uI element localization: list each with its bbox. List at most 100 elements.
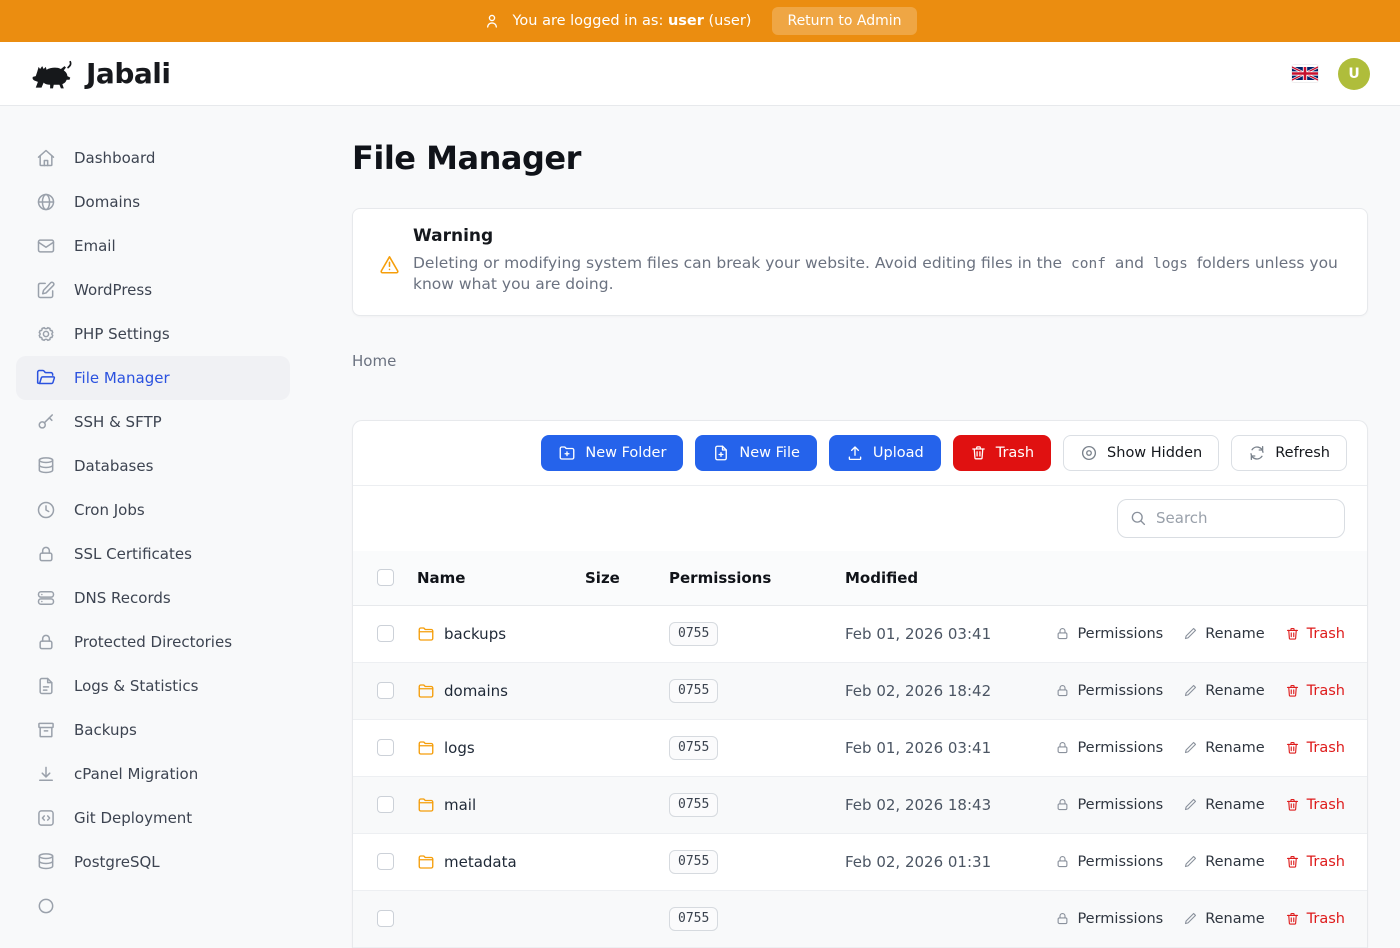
- col-header-name: Name: [417, 569, 585, 587]
- row-checkbox[interactable]: [377, 682, 394, 699]
- row-rename-button[interactable]: Rename: [1183, 683, 1264, 699]
- row-permissions-button[interactable]: Permissions: [1055, 626, 1163, 642]
- key-icon: [36, 412, 56, 432]
- select-all-checkbox[interactable]: [377, 569, 394, 586]
- row-trash-button[interactable]: Trash: [1285, 854, 1345, 870]
- show-hidden-button[interactable]: Show Hidden: [1063, 435, 1219, 471]
- table-row: mail 0755 Feb 02, 2026 18:43 Permissions…: [353, 777, 1367, 834]
- row-permissions-button[interactable]: Permissions: [1055, 740, 1163, 756]
- file-name-link[interactable]: logs: [444, 739, 475, 757]
- row-rename-button[interactable]: Rename: [1183, 854, 1264, 870]
- folder-icon: [417, 682, 435, 700]
- sidebar-item-databases[interactable]: Databases: [16, 444, 290, 488]
- file-name-link[interactable]: mail: [444, 796, 476, 814]
- table-row: domains 0755 Feb 02, 2026 18:42 Permissi…: [353, 663, 1367, 720]
- sidebar-item-email[interactable]: Email: [16, 224, 290, 268]
- sidebar-item-dashboard[interactable]: Dashboard: [16, 136, 290, 180]
- sidebar-item-wordpress[interactable]: WordPress: [16, 268, 290, 312]
- row-rename-button[interactable]: Rename: [1183, 911, 1264, 927]
- sidebar-item-file-manager[interactable]: File Manager: [16, 356, 290, 400]
- sidebar-item-backups[interactable]: Backups: [16, 708, 290, 752]
- language-flag-icon[interactable]: [1292, 65, 1318, 82]
- permissions-badge: 0755: [669, 736, 718, 760]
- new-folder-button[interactable]: New Folder: [541, 435, 683, 471]
- modified-date: Feb 01, 2026 03:41: [845, 739, 1055, 757]
- search-input[interactable]: [1117, 499, 1345, 538]
- modified-date: Feb 02, 2026 01:31: [845, 853, 1055, 871]
- sidebar-item-cpanel-migration[interactable]: cPanel Migration: [16, 752, 290, 796]
- row-trash-button[interactable]: Trash: [1285, 797, 1345, 813]
- row-permissions-button[interactable]: Permissions: [1055, 683, 1163, 699]
- home-icon: [36, 148, 56, 168]
- breadcrumb: Home: [352, 352, 1368, 370]
- logged-in-message: You are logged in as: user (user): [512, 13, 751, 29]
- refresh-icon: [1248, 444, 1266, 462]
- breadcrumb-home-link[interactable]: Home: [352, 352, 396, 370]
- file-name-link[interactable]: backups: [444, 625, 506, 643]
- row-trash-button[interactable]: Trash: [1285, 911, 1345, 927]
- sidebar-item-ssh-sftp[interactable]: SSH & SFTP: [16, 400, 290, 444]
- trash-icon: [1285, 626, 1300, 641]
- sidebar-item-domains[interactable]: Domains: [16, 180, 290, 224]
- sidebar-item-logs-statistics[interactable]: Logs & Statistics: [16, 664, 290, 708]
- row-permissions-button[interactable]: Permissions: [1055, 911, 1163, 927]
- database-icon: [36, 456, 56, 476]
- trash-icon: [1285, 740, 1300, 755]
- sidebar-item-dns-records[interactable]: DNS Records: [16, 576, 290, 620]
- row-checkbox[interactable]: [377, 625, 394, 642]
- row-checkbox[interactable]: [377, 796, 394, 813]
- warning-title: Warning: [413, 226, 1341, 246]
- sidebar-item-git-deployment[interactable]: Git Deployment: [16, 796, 290, 840]
- lock-icon: [1055, 740, 1070, 755]
- lock-icon: [1055, 626, 1070, 641]
- row-rename-button[interactable]: Rename: [1183, 626, 1264, 642]
- show-hidden-icon: [1080, 444, 1098, 462]
- sidebar-item-protected-directories[interactable]: Protected Directories: [16, 620, 290, 664]
- return-to-admin-button[interactable]: Return to Admin: [772, 7, 916, 35]
- brand-logo[interactable]: Jabali: [30, 57, 170, 91]
- sidebar-item-postgresql[interactable]: PostgreSQL: [16, 840, 290, 884]
- row-rename-button[interactable]: Rename: [1183, 740, 1264, 756]
- file-name-link[interactable]: metadata: [444, 853, 517, 871]
- refresh-button[interactable]: Refresh: [1231, 435, 1347, 471]
- sidebar: Dashboard Domains Email WordPress PHP Se…: [0, 106, 306, 928]
- pencil-icon: [1183, 854, 1198, 869]
- permissions-badge: 0755: [669, 793, 718, 817]
- search-row: [353, 486, 1367, 551]
- row-trash-button[interactable]: Trash: [1285, 740, 1345, 756]
- row-permissions-button[interactable]: Permissions: [1055, 854, 1163, 870]
- row-rename-button[interactable]: Rename: [1183, 797, 1264, 813]
- lock-icon: [36, 632, 56, 652]
- upload-icon: [846, 444, 864, 462]
- lock-icon: [1055, 911, 1070, 926]
- boar-logo-icon: [30, 57, 76, 91]
- row-checkbox[interactable]: [377, 853, 394, 870]
- table-header: Name Size Permissions Modified: [353, 551, 1367, 606]
- app-header: Jabali U: [0, 42, 1400, 106]
- file-name-link[interactable]: domains: [444, 682, 508, 700]
- col-header-modified: Modified: [845, 569, 1345, 587]
- table-row: logs 0755 Feb 01, 2026 03:41 Permissions…: [353, 720, 1367, 777]
- folder-icon: [417, 796, 435, 814]
- warning-alert: Warning Deleting or modifying system fil…: [352, 208, 1368, 316]
- row-checkbox[interactable]: [377, 739, 394, 756]
- row-permissions-button[interactable]: Permissions: [1055, 797, 1163, 813]
- avatar[interactable]: U: [1338, 58, 1370, 90]
- row-trash-button[interactable]: Trash: [1285, 626, 1345, 642]
- sidebar-item-ssl-certificates[interactable]: SSL Certificates: [16, 532, 290, 576]
- row-trash-button[interactable]: Trash: [1285, 683, 1345, 699]
- row-checkbox[interactable]: [377, 910, 394, 927]
- main-content: File Manager Warning Deleting or modifyi…: [352, 106, 1368, 948]
- lock-icon: [36, 544, 56, 564]
- sidebar-item-cron-jobs[interactable]: Cron Jobs: [16, 488, 290, 532]
- trash-icon: [1285, 854, 1300, 869]
- sidebar-item-php-settings[interactable]: PHP Settings: [16, 312, 290, 356]
- logged-in-username: user: [668, 13, 704, 29]
- folder-icon: [417, 853, 435, 871]
- edit-icon: [36, 280, 56, 300]
- trash-button[interactable]: Trash: [953, 435, 1051, 471]
- sidebar-item-partial[interactable]: [16, 884, 290, 928]
- permissions-badge: 0755: [669, 850, 718, 874]
- upload-button[interactable]: Upload: [829, 435, 941, 471]
- new-file-button[interactable]: New File: [695, 435, 817, 471]
